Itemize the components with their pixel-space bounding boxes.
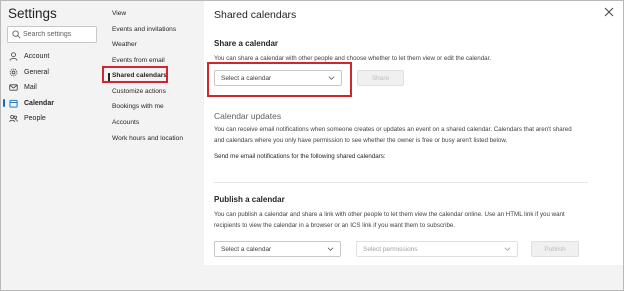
people-icon xyxy=(9,114,18,122)
nav-item-general[interactable]: General xyxy=(5,65,101,79)
publish-permissions-select[interactable]: Select permissions xyxy=(356,241,518,257)
search-settings-input[interactable] xyxy=(23,28,95,41)
calendar-updates-description-line2: and calendars where you only have permis… xyxy=(214,137,508,144)
publish-calendar-description-line1: You can publish a calendar and share a l… xyxy=(214,211,565,218)
gear-icon xyxy=(9,68,18,76)
nav-label: Calendar xyxy=(24,99,54,107)
select-value: Select a calendar xyxy=(221,245,272,253)
nav-item-people[interactable]: People xyxy=(5,111,101,125)
active-indicator xyxy=(3,99,5,107)
share-button[interactable]: Share xyxy=(357,70,404,86)
nav-label: People xyxy=(24,114,46,122)
subnav-item-view[interactable]: View xyxy=(112,10,126,17)
subnav-item-accounts[interactable]: Accounts xyxy=(112,119,139,126)
share-calendar-heading: Share a calendar xyxy=(214,39,279,48)
nav-label: General xyxy=(24,68,49,76)
calendar-updates-description-line1: You can receive email notifications when… xyxy=(214,126,572,133)
publish-calendar-description-line2: recipients to view the calendar in a bro… xyxy=(214,222,456,229)
search-icon xyxy=(12,30,21,39)
subnav-item-events-from-email[interactable]: Events from email xyxy=(112,57,165,64)
calendar-icon xyxy=(9,99,18,108)
highlight-shared-calendars xyxy=(102,66,168,83)
nav-item-account[interactable]: Account xyxy=(5,49,101,63)
nav-item-mail[interactable]: Mail xyxy=(5,80,101,94)
page-title: Shared calendars xyxy=(214,9,297,21)
close-icon[interactable] xyxy=(604,7,614,17)
nav-label: Mail xyxy=(24,83,37,91)
settings-nav-pane: Settings Account General Mail xyxy=(1,1,104,290)
publish-calendar-heading: Publish a calendar xyxy=(214,195,285,204)
publish-calendar-select[interactable]: Select a calendar xyxy=(214,241,341,257)
subnav-item-weather[interactable]: Weather xyxy=(112,41,137,48)
mail-icon xyxy=(9,83,18,91)
search-settings-input-box[interactable] xyxy=(7,26,97,43)
calendar-subnav-pane: View Events and invitations Weather Even… xyxy=(104,1,204,290)
chevron-down-icon xyxy=(504,247,511,251)
select-value: Select permissions xyxy=(363,245,418,253)
chevron-down-icon xyxy=(327,247,334,251)
person-icon xyxy=(9,51,18,61)
shared-calendars-content: Shared calendars Share a calendar You ca… xyxy=(204,1,623,290)
section-divider xyxy=(214,182,588,183)
publish-button[interactable]: Publish xyxy=(531,241,579,257)
calendar-updates-note: Send me email notifications for the foll… xyxy=(214,153,386,160)
footer-strip xyxy=(204,265,623,290)
nav-item-calendar[interactable]: Calendar xyxy=(3,96,101,110)
calendar-updates-heading: Calendar updates xyxy=(214,111,282,121)
subnav-item-bookings-with-me[interactable]: Bookings with me xyxy=(112,103,164,110)
highlight-select-calendar xyxy=(207,62,352,97)
nav-label: Account xyxy=(24,52,50,60)
settings-title: Settings xyxy=(8,6,57,21)
subnav-item-work-hours-and-location[interactable]: Work hours and location xyxy=(112,135,183,142)
subnav-item-customize-actions[interactable]: Customize actions xyxy=(112,88,166,95)
subnav-item-events-and-invitations[interactable]: Events and invitations xyxy=(112,26,176,33)
